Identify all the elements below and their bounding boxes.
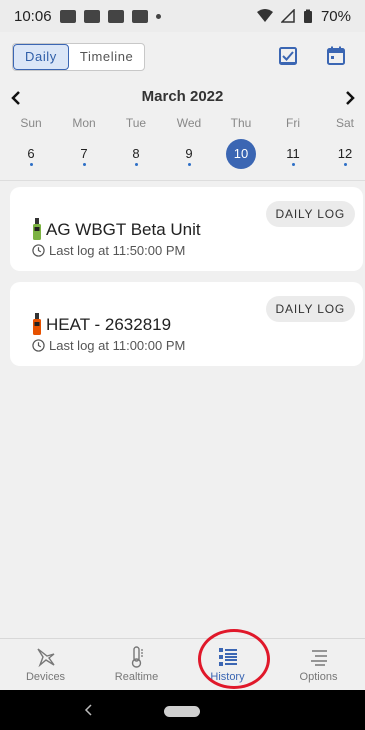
- devices-icon: [36, 648, 55, 668]
- history-list-icon: [218, 648, 237, 666]
- device-name: AG WBGT Beta Unit: [46, 220, 201, 239]
- weekday-label: Mon: [72, 116, 96, 130]
- weekday-label: Thu: [230, 116, 252, 130]
- nav-label: Devices: [25, 671, 66, 683]
- more-notifications-icon: [155, 13, 161, 19]
- weekday-row: Sun Mon Tue Wed Thu Fri Sat: [0, 116, 365, 134]
- notification-icon: [107, 9, 124, 23]
- header-bar: Daily Timeline: [0, 32, 365, 82]
- tab-timeline[interactable]: Timeline: [69, 44, 144, 70]
- last-log-text: Last log at 11:50:00 PM: [49, 243, 186, 258]
- clock-icon: [32, 339, 45, 352]
- date-cell-selected[interactable]: 10: [221, 139, 261, 174]
- last-log-text: Last log at 11:00:00 PM: [49, 338, 186, 353]
- log-dot: [135, 163, 138, 166]
- week-calendar: March 2022 Sun Mon Tue Wed Thu Fri Sat 6…: [0, 82, 365, 178]
- wifi-icon: [256, 9, 273, 22]
- device-log-card[interactable]: DAILY LOG HEAT - 2632819 Last log at 11:…: [10, 282, 363, 366]
- bottom-nav: Devices Realtime History Options: [0, 638, 365, 691]
- kestrel-device-icon: [33, 313, 41, 335]
- date-number: 10: [226, 139, 256, 169]
- last-log-row: Last log at 11:50:00 PM: [32, 243, 185, 258]
- status-left: 10:06: [14, 8, 161, 25]
- signal-icon: [280, 9, 295, 23]
- weekday-label: Fri: [286, 116, 300, 130]
- status-right: 70%: [256, 7, 351, 25]
- weekday-label: Sun: [20, 116, 42, 130]
- nav-label: History: [210, 671, 245, 683]
- system-nav-bar: [0, 690, 365, 730]
- last-log-row: Last log at 11:00:00 PM: [32, 338, 185, 353]
- log-dot: [83, 163, 86, 166]
- kestrel-device-icon: [33, 218, 41, 240]
- options-menu-icon: [310, 650, 327, 666]
- date-cell[interactable]: 9: [169, 140, 209, 174]
- weekday-label: Wed: [176, 116, 202, 130]
- log-dot: [292, 163, 295, 166]
- device-log-card[interactable]: DAILY LOG AG WBGT Beta Unit Last log at …: [10, 187, 363, 271]
- month-label: March 2022: [141, 88, 224, 105]
- date-cell[interactable]: 11: [273, 140, 313, 174]
- battery-icon: [303, 9, 312, 23]
- image-icon: [131, 9, 148, 23]
- nav-history[interactable]: History: [182, 639, 273, 691]
- checklist-icon[interactable]: [277, 45, 299, 67]
- date-cell[interactable]: 7: [64, 140, 104, 174]
- log-dot: [30, 163, 33, 166]
- log-dot: [188, 163, 191, 166]
- nav-label: Options: [299, 671, 338, 683]
- notification-icon: [59, 9, 76, 23]
- daily-log-chip[interactable]: DAILY LOG: [265, 201, 355, 227]
- weekday-label: Tue: [125, 116, 147, 130]
- device-name: HEAT - 2632819: [46, 315, 172, 334]
- nav-realtime[interactable]: Realtime: [91, 639, 182, 691]
- clock-icon: [32, 244, 45, 257]
- weekday-label: Sat: [335, 116, 354, 130]
- home-pill[interactable]: [164, 706, 200, 717]
- notification-icon: [83, 9, 100, 23]
- month-row: March 2022: [0, 86, 365, 110]
- view-toggle: Daily Timeline: [12, 43, 146, 71]
- date-cell[interactable]: 8: [116, 140, 156, 174]
- nav-devices[interactable]: Devices: [0, 639, 91, 691]
- nav-label: Realtime: [114, 671, 159, 683]
- nav-options[interactable]: Options: [273, 639, 364, 691]
- log-dot: [344, 163, 347, 166]
- date-cell[interactable]: 6: [11, 140, 51, 174]
- back-icon[interactable]: [82, 702, 96, 718]
- date-row: 6 7 8 9 10 11 12: [0, 139, 365, 174]
- thermometer-icon: [131, 646, 143, 668]
- chevron-right-icon[interactable]: [340, 87, 360, 109]
- status-bar: 10:06 70%: [0, 0, 365, 32]
- battery-percent: 70%: [320, 7, 351, 25]
- calendar-icon[interactable]: [325, 45, 347, 67]
- status-time: 10:06: [14, 7, 52, 25]
- tab-daily[interactable]: Daily: [13, 44, 69, 70]
- date-cell[interactable]: 12: [325, 140, 365, 174]
- divider: [0, 180, 365, 181]
- daily-log-chip[interactable]: DAILY LOG: [265, 296, 355, 322]
